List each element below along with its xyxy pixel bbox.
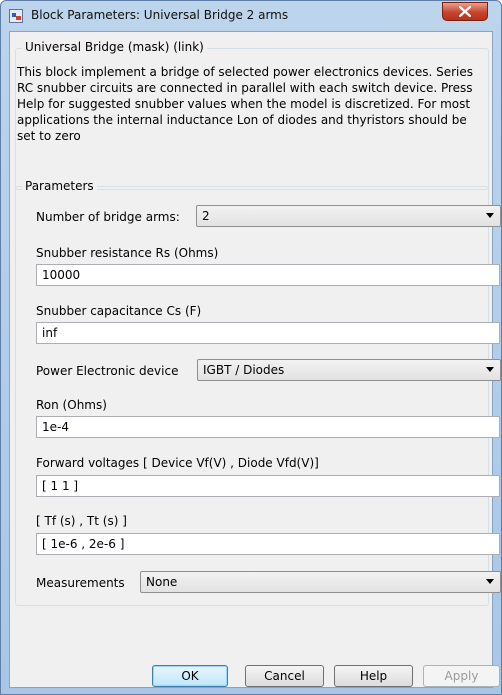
device-label: Power Electronic device [36, 364, 179, 378]
vf-label: Forward voltages [ Device Vf(V) , Diode … [36, 456, 319, 470]
window-title: Block Parameters: Universal Bridge 2 arm… [31, 8, 289, 22]
cs-input[interactable]: inf [36, 322, 500, 344]
apply-button[interactable]: Apply [423, 665, 500, 687]
parameters-legend: Parameters [22, 179, 97, 193]
chevron-down-icon [486, 367, 494, 372]
cs-label: Snubber capacitance Cs (F) [36, 304, 202, 318]
description-text: This block implement a bridge of selecte… [17, 65, 473, 143]
tf-input[interactable]: [ 1e-6 , 2e-6 ] [36, 533, 500, 555]
simulink-block-icon [9, 9, 23, 23]
rs-label: Snubber resistance Rs (Ohms) [36, 246, 219, 260]
chevron-down-icon [486, 213, 494, 218]
ron-label: Ron (Ohms) [36, 398, 107, 412]
device-select[interactable]: IGBT / Diodes [197, 359, 501, 381]
vf-input[interactable]: [ 1 1 ] [36, 475, 500, 497]
rs-input[interactable]: 10000 [36, 264, 500, 286]
close-button[interactable] [442, 2, 488, 21]
tf-label: [ Tf (s) , Tt (s) ] [36, 514, 127, 528]
dialog-content: Universal Bridge (mask) (link) This bloc… [9, 31, 501, 688]
device-value: IGBT / Diodes [203, 363, 285, 377]
title-bar[interactable]: Block Parameters: Universal Bridge 2 arm… [1, 1, 501, 31]
bridge-arms-select[interactable]: 2 [196, 205, 501, 227]
chevron-down-icon [486, 579, 494, 584]
measurements-select[interactable]: None [140, 571, 501, 593]
dialog-window: Block Parameters: Universal Bridge 2 arm… [0, 0, 502, 695]
ron-input[interactable]: 1e-4 [36, 416, 500, 438]
measurements-value: None [146, 575, 178, 589]
measurements-label: Measurements [36, 576, 125, 590]
cancel-button[interactable]: Cancel [245, 665, 324, 687]
description-legend: Universal Bridge (mask) (link) [22, 40, 207, 54]
bridge-arms-label: Number of bridge arms: [36, 210, 180, 224]
ok-button[interactable]: OK [152, 665, 228, 687]
close-icon [459, 6, 471, 17]
bridge-arms-value: 2 [202, 209, 210, 223]
help-button[interactable]: Help [334, 665, 413, 687]
